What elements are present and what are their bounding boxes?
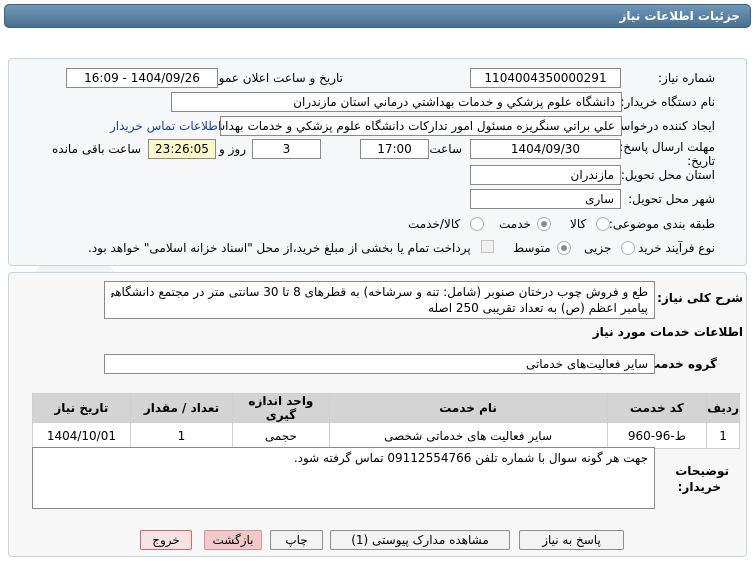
category-option-goods: کالا xyxy=(570,217,587,231)
contact-info-link[interactable]: اطلاعات تماس خریدار xyxy=(110,119,221,133)
deadline-label: مهلت ارسال پاسخ: تا تاریخ: xyxy=(608,140,715,168)
col-unit: واحد اندازه گیری xyxy=(232,393,330,423)
table-row[interactable]: 1 ط-96-960 سایر فعالیت های خدماتی شخصی ح… xyxy=(32,422,740,449)
cell-unit: حجمی xyxy=(232,422,330,449)
remaining-label: ساعت باقی مانده xyxy=(52,142,142,156)
process-radio-minor[interactable] xyxy=(621,241,635,255)
cell-name: سایر فعالیت های خدماتی شخصی xyxy=(328,422,608,449)
col-code: کد خدمت xyxy=(606,393,708,423)
buyer-notes-textarea[interactable]: جهت هر گونه سوال با شماره تلفن 091125547… xyxy=(32,447,655,509)
category-radio-goods[interactable] xyxy=(596,217,610,231)
category-option-goods-service: کالا/خدمت xyxy=(408,217,461,231)
process-label: نوع فرآیند خرید : xyxy=(630,241,715,255)
reply-button[interactable]: پاسخ به نیاز xyxy=(519,530,624,550)
services-table: ردیف کد خدمت نام خدمت واحد اندازه گیری ت… xyxy=(32,393,740,449)
city-label: شهر محل تحویل: xyxy=(628,192,715,206)
treasury-checkbox[interactable] xyxy=(481,240,494,253)
description-textarea[interactable]: طع و فروش چوب درختان صنوبر (شامل: تنه و … xyxy=(104,281,655,319)
attachments-button[interactable]: مشاهده مدارک پیوستی (1) xyxy=(330,530,510,550)
service-group-field: سایر فعالیت‌های خدماتی xyxy=(104,354,655,374)
need-number-label: شماره نیاز: xyxy=(658,71,715,85)
announce-field: 1404/09/26 - 16:09 xyxy=(66,68,218,88)
category-radio-goods-service[interactable] xyxy=(470,217,484,231)
city-field: ساری xyxy=(470,189,621,209)
cell-date: 1404/10/01 xyxy=(32,422,131,449)
description-label: شرح کلی نیاز: xyxy=(657,291,743,305)
process-radio-medium[interactable] xyxy=(557,241,571,255)
description-line-1: طع و فروش چوب درختان صنوبر (شامل: تنه و … xyxy=(111,285,648,299)
deadline-time-field: 17:00 xyxy=(360,139,429,159)
days-label: روز و xyxy=(219,142,246,156)
category-label: طبقه بندی موضوعی: xyxy=(608,217,715,231)
process-option-minor: جزیی xyxy=(584,241,612,255)
treasury-note: پرداخت تمام یا بخشی از مبلغ خرید،از محل … xyxy=(88,241,471,255)
announce-label: تاریخ و ساعت اعلان عمومی: xyxy=(198,71,343,85)
time-label: ساعت xyxy=(429,142,462,156)
category-radio-service[interactable] xyxy=(537,217,551,231)
deadline-date-field: 1404/09/30 xyxy=(470,139,621,159)
print-button[interactable]: چاپ xyxy=(270,530,323,550)
buyer-notes-label-1: توضیحات xyxy=(675,464,729,478)
creator-field: علي براتي سنگريزه مسئول امور تداركات دان… xyxy=(220,116,622,136)
back-button[interactable]: بازگشت xyxy=(204,530,262,550)
buyer-org-field: دانشگاه علوم پزشكي و خدمات بهداشتي درمان… xyxy=(171,92,622,112)
exit-button[interactable]: خروج xyxy=(140,530,192,550)
remaining-time-field: 23:26:05 xyxy=(148,139,216,159)
col-row: ردیف xyxy=(706,393,740,423)
services-table-header: ردیف کد خدمت نام خدمت واحد اندازه گیری ت… xyxy=(32,393,740,423)
cell-row: 1 xyxy=(706,422,740,449)
province-field: مازندران xyxy=(470,165,621,185)
description-line-2: پیامبر اعظم (ص) به تعداد تقریبی 250 اصله xyxy=(428,301,648,315)
window-title: جزئیات اطلاعات نیاز xyxy=(4,4,751,28)
days-field: 3 xyxy=(252,139,321,159)
buyer-org-label: نام دستگاه خریدار: xyxy=(620,95,716,109)
col-quantity: تعداد / مقدار xyxy=(129,393,234,423)
cell-code: ط-96-960 xyxy=(606,422,708,449)
category-option-service: خدمت xyxy=(499,217,531,231)
process-option-medium: متوسط xyxy=(513,241,551,255)
buyer-notes-label-2: خریدار: xyxy=(677,480,721,494)
col-date: تاریخ نیاز xyxy=(32,393,131,423)
province-label: استان محل تحویل: xyxy=(620,168,715,182)
cell-quantity: 1 xyxy=(129,422,234,449)
services-section-title: اطلاعات خدمات مورد نیاز xyxy=(592,325,743,339)
need-number-field: 1104004350000291 xyxy=(470,68,621,88)
col-name: نام خدمت xyxy=(328,393,608,423)
